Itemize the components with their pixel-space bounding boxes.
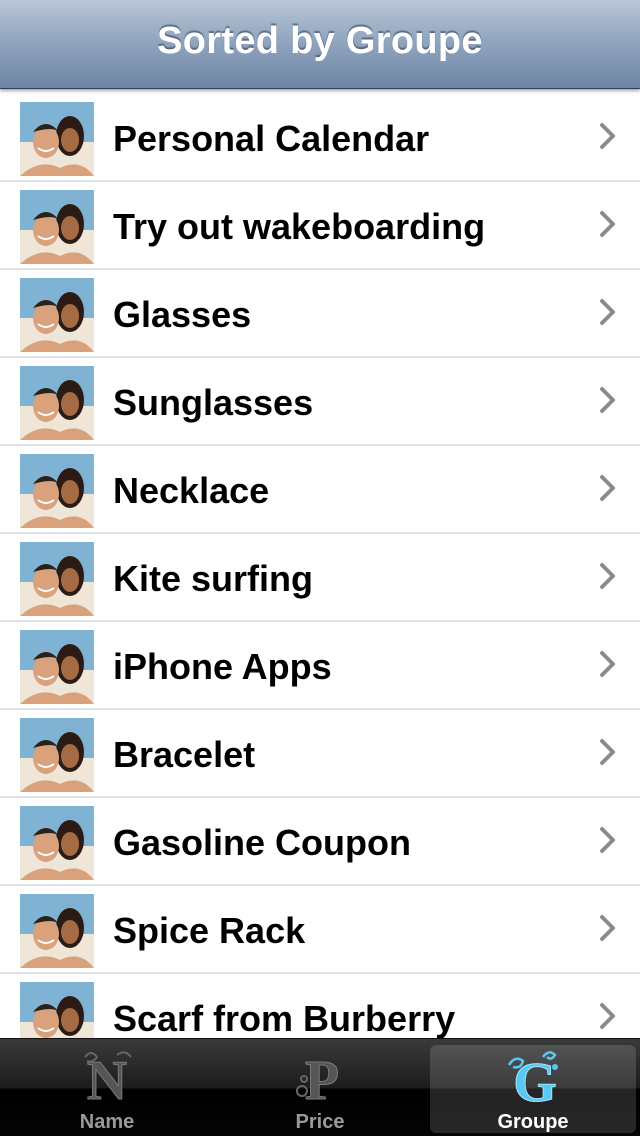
chevron-right-icon xyxy=(598,210,618,238)
list-item[interactable]: Gasoline Coupon xyxy=(0,798,640,886)
list-item-label: Kite surfing xyxy=(113,558,314,599)
tab-label-groupe: Groupe xyxy=(497,1111,569,1133)
letter-g-icon: G xyxy=(507,1051,558,1107)
list-item-label: Try out wakeboarding xyxy=(113,206,486,247)
chevron-right-icon xyxy=(598,386,618,414)
couple-photo-icon xyxy=(20,366,94,440)
list-item-label: Bracelet xyxy=(113,734,256,775)
chevron-right-icon xyxy=(598,474,618,502)
list-item[interactable]: Necklace xyxy=(0,446,640,534)
items-list[interactable]: Personal Calendar Try out wakeboarding Gla… xyxy=(0,94,640,1038)
list-item-label: iPhone Apps xyxy=(113,646,332,687)
couple-photo-icon xyxy=(20,718,94,792)
list-item[interactable]: Kite surfing xyxy=(0,534,640,622)
list-item[interactable]: Glasses xyxy=(0,270,640,358)
couple-photo-icon xyxy=(20,982,94,1038)
list-item[interactable]: Bracelet xyxy=(0,710,640,798)
list-item[interactable]: Sunglasses xyxy=(0,358,640,446)
list-item[interactable]: Scarf from Burberry xyxy=(0,974,640,1038)
tab-bar: N Name P Price G Groupe xyxy=(0,1038,640,1136)
list-item[interactable]: Spice Rack xyxy=(0,886,640,974)
letter-n-icon: N xyxy=(84,1050,132,1107)
list-item-label: Glasses xyxy=(113,294,252,335)
couple-photo-icon xyxy=(20,278,94,352)
list-item-label: Personal Calendar xyxy=(113,118,430,159)
tab-groupe[interactable]: G Groupe xyxy=(430,1045,636,1133)
couple-photo-icon xyxy=(20,542,94,616)
chevron-right-icon xyxy=(598,1002,618,1030)
tab-label-name: Name xyxy=(79,1111,135,1133)
couple-photo-icon xyxy=(20,894,94,968)
svg-text:P: P xyxy=(305,1050,339,1107)
couple-photo-icon xyxy=(20,190,94,264)
list-item-label: Spice Rack xyxy=(113,910,306,951)
chevron-right-icon xyxy=(598,298,618,326)
page-title: Sorted by Groupe xyxy=(157,20,483,62)
chevron-right-icon xyxy=(598,122,618,150)
app-screen: Sorted by Groupe Personal Calendar Try ou… xyxy=(0,0,640,1136)
list-item[interactable]: Personal Calendar xyxy=(0,94,640,182)
chevron-right-icon xyxy=(598,738,618,766)
couple-photo-icon xyxy=(20,806,94,880)
couple-photo-icon xyxy=(20,630,94,704)
list-item-label: Necklace xyxy=(113,470,270,511)
tab-price[interactable]: P Price xyxy=(217,1045,423,1134)
navigation-bar: Sorted by Groupe xyxy=(0,0,640,89)
list-item-label: Sunglasses xyxy=(113,382,314,423)
chevron-right-icon xyxy=(598,562,618,590)
tab-label-price: Price xyxy=(295,1111,345,1133)
list-item-label: Scarf from Burberry xyxy=(113,998,456,1038)
couple-photo-icon xyxy=(20,102,94,176)
tab-name[interactable]: N Name xyxy=(4,1045,210,1134)
list-item[interactable]: iPhone Apps xyxy=(0,622,640,710)
svg-text:N: N xyxy=(87,1050,127,1107)
list-item[interactable]: Try out wakeboarding xyxy=(0,182,640,270)
couple-photo-icon xyxy=(20,454,94,528)
chevron-right-icon xyxy=(598,914,618,942)
chevron-right-icon xyxy=(598,826,618,854)
list-item-label: Gasoline Coupon xyxy=(113,822,412,863)
chevron-right-icon xyxy=(598,650,618,678)
letter-p-icon: P xyxy=(296,1050,340,1107)
